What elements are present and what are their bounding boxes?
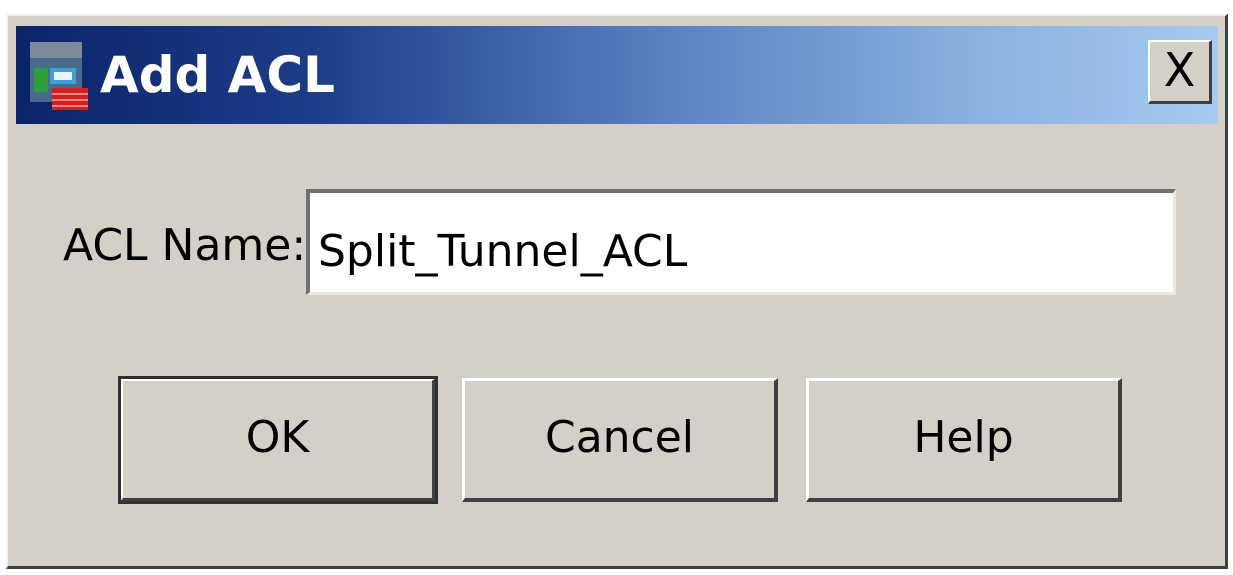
window-title: Add ACL [100, 46, 335, 104]
acl-name-input[interactable] [306, 189, 1176, 295]
acl-name-label: ACL Name: [63, 220, 307, 271]
close-button[interactable]: X [1148, 40, 1212, 104]
ok-button[interactable]: OK [118, 376, 438, 504]
title-bar[interactable]: Add ACL X [16, 26, 1218, 124]
help-button[interactable]: Help [806, 378, 1122, 502]
acl-app-icon [30, 42, 88, 110]
cancel-button[interactable]: Cancel [462, 378, 778, 502]
add-acl-dialog: Add ACL X ACL Name: OK Cancel Help [6, 14, 1228, 569]
